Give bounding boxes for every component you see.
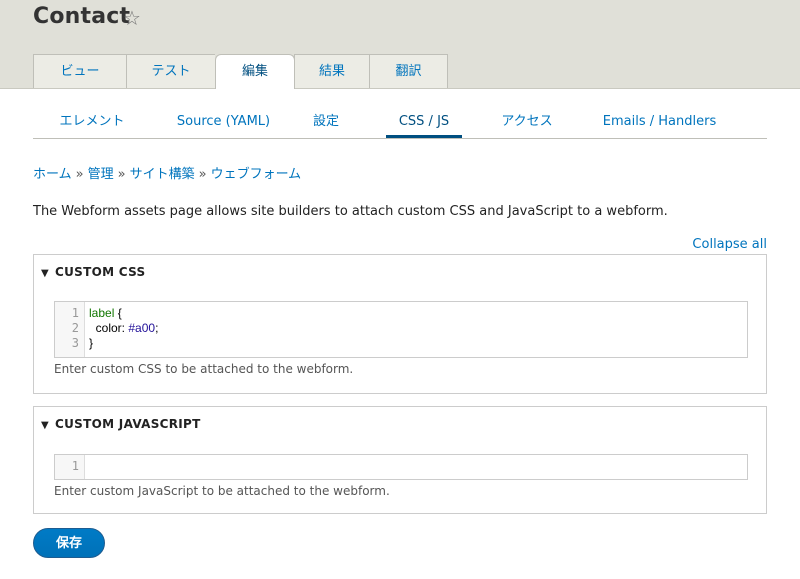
custom-css-details: ▼ CUSTOM CSS 1 2 3 label { color: #a00; }… <box>33 254 767 394</box>
page-title: Contact <box>33 4 131 29</box>
triangle-down-icon: ▼ <box>41 420 49 431</box>
custom-css-summary[interactable]: ▼ CUSTOM CSS <box>41 265 145 279</box>
code-text: { <box>114 306 122 320</box>
custom-css-summary-label: CUSTOM CSS <box>55 265 146 279</box>
code-line: } <box>89 336 94 350</box>
save-button[interactable]: 保存 <box>33 528 105 558</box>
code-value: #a00 <box>128 321 156 335</box>
line-number-gutter: 1 <box>55 455 85 479</box>
custom-js-editor[interactable]: 1 <box>54 454 748 480</box>
tab-settings[interactable]: 設定 <box>296 105 356 138</box>
breadcrumb-webforms[interactable]: ウェブフォーム <box>211 167 302 182</box>
custom-css-editor[interactable]: 1 2 3 label { color: #a00; } <box>54 301 748 358</box>
custom-js-help: Enter custom JavaScript to be attached t… <box>54 484 390 498</box>
breadcrumb-separator: » <box>75 167 84 182</box>
line-number-gutter: 1 2 3 <box>55 302 85 357</box>
page-description: The Webform assets page allows site buil… <box>33 204 668 219</box>
breadcrumb-separator: » <box>198 167 207 182</box>
tab-css-js[interactable]: CSS / JS <box>386 105 462 138</box>
secondary-tabs: エレメント Source (YAML) 設定 CSS / JS アクセス Ema… <box>33 105 767 139</box>
code-text: ; <box>155 321 159 335</box>
line-number: 2 <box>71 321 79 335</box>
code-line: label { <box>89 306 158 321</box>
tab-test[interactable]: テスト <box>126 54 215 88</box>
breadcrumb-home[interactable]: ホーム <box>33 167 72 182</box>
line-number: 1 <box>71 306 79 320</box>
collapse-all-link[interactable]: Collapse all <box>692 237 767 252</box>
tab-access[interactable]: アクセス <box>462 105 592 138</box>
custom-css-help: Enter custom CSS to be attached to the w… <box>54 362 354 376</box>
tab-edit[interactable]: 編集 <box>215 54 295 89</box>
code-selector: label <box>89 306 115 320</box>
breadcrumb-separator: » <box>117 167 126 182</box>
code-lines: label { color: #a00; } <box>85 302 158 357</box>
tab-results[interactable]: 結果 <box>294 54 369 88</box>
code-lines <box>85 455 89 479</box>
triangle-down-icon: ▼ <box>41 268 49 279</box>
custom-js-details: ▼ CUSTOM JAVASCRIPT 1 Enter custom JavaSc… <box>33 406 767 514</box>
line-number: 3 <box>71 336 79 350</box>
code-line: color: #a00; <box>89 321 159 336</box>
breadcrumb-structure[interactable]: サイト構築 <box>130 167 195 182</box>
code-property: color: <box>89 321 129 335</box>
tab-emails-handlers[interactable]: Emails / Handlers <box>592 105 727 138</box>
primary-tabs: ビュー テスト 編集 結果 翻訳 <box>33 54 448 89</box>
custom-js-summary-label: CUSTOM JAVASCRIPT <box>55 417 201 431</box>
page-header: Contact ☆ ビュー テスト 編集 結果 翻訳 <box>0 0 800 89</box>
tab-view[interactable]: ビュー <box>33 54 126 88</box>
star-outline-icon[interactable]: ☆ <box>123 6 141 30</box>
custom-js-summary[interactable]: ▼ CUSTOM JAVASCRIPT <box>41 417 201 431</box>
line-number: 1 <box>71 459 79 473</box>
tab-elements[interactable]: エレメント <box>33 105 151 138</box>
tab-translate[interactable]: 翻訳 <box>369 54 448 88</box>
breadcrumb-admin[interactable]: 管理 <box>88 167 114 182</box>
tab-source-yaml[interactable]: Source (YAML) <box>151 105 296 138</box>
breadcrumb: ホーム» 管理» サイト構築» ウェブフォーム <box>33 163 301 182</box>
